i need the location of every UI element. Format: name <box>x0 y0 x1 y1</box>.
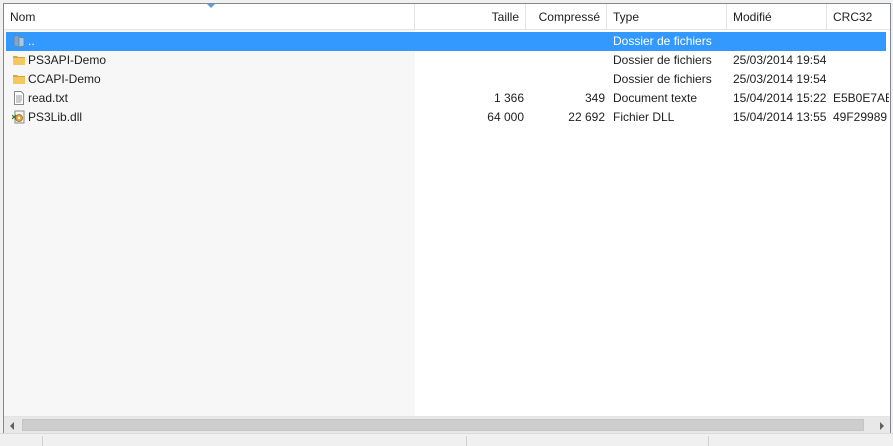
column-header-modified[interactable]: Modifié <box>727 4 827 29</box>
file-name: read.txt <box>28 91 69 105</box>
column-header-compressed[interactable]: Compressé <box>526 4 607 29</box>
column-compressed-label: Compressé <box>538 10 600 24</box>
column-header-type[interactable]: Type <box>607 4 727 29</box>
file-compressed <box>528 51 605 70</box>
column-size-label: Taille <box>491 10 519 24</box>
text-file-icon <box>12 91 26 105</box>
column-name-label: Nom <box>10 10 36 24</box>
file-modified: 15/04/2014 13:55 <box>733 110 827 124</box>
status-divider <box>466 436 467 446</box>
file-compressed <box>528 70 605 89</box>
scrollbar-thumb[interactable] <box>22 419 864 431</box>
scroll-left-button[interactable] <box>4 417 21 433</box>
file-type: Fichier DLL <box>613 110 675 124</box>
file-modified: 25/03/2014 19:54 <box>733 53 827 67</box>
status-divider <box>42 436 43 446</box>
file-crc <box>833 70 889 89</box>
column-header-crc[interactable]: CRC32 <box>827 4 890 29</box>
file-compressed <box>528 32 605 51</box>
file-name: CCAPI-Demo <box>28 72 101 86</box>
file-type: Dossier de fichiers <box>613 53 712 67</box>
file-size: 64 000 <box>487 110 524 124</box>
file-size <box>417 70 524 89</box>
file-list-view[interactable]: Nom Taille Compressé Type Modifié CRC32 … <box>3 3 891 434</box>
file-row[interactable]: PS3Lib.dll 64 000 22 692 Fichier DLL 15/… <box>6 108 888 127</box>
file-row[interactable]: read.txt 1 366 349 Document texte 15/04/… <box>6 89 889 108</box>
file-name: PS3Lib.dll <box>28 110 83 124</box>
arrow-left-icon <box>10 422 14 430</box>
arrow-right-icon <box>880 422 884 430</box>
sort-indicator-icon <box>207 4 215 8</box>
file-name: PS3API-Demo <box>28 53 107 67</box>
file-row[interactable]: PS3API-Demo Dossier de fichiers 25/03/20… <box>6 51 886 70</box>
dll-file-icon <box>11 110 26 124</box>
file-crc <box>833 32 889 51</box>
file-crc <box>833 51 889 70</box>
column-modified-label: Modifié <box>733 10 772 24</box>
file-modified <box>733 32 829 51</box>
folder-icon <box>12 72 26 86</box>
status-bar <box>0 433 893 446</box>
file-size <box>417 51 524 70</box>
file-compressed: 22 692 <box>568 110 605 124</box>
column-header-size[interactable]: Taille <box>415 4 526 29</box>
file-modified: 25/03/2014 19:54 <box>733 72 827 86</box>
file-size <box>417 32 524 51</box>
file-crc: 49F29989 <box>833 110 888 124</box>
file-type: Document texte <box>613 91 698 105</box>
file-type: Dossier de fichiers <box>613 34 712 48</box>
file-row[interactable]: .. Dossier de fichiers <box>6 32 886 51</box>
horizontal-scrollbar[interactable] <box>4 416 890 433</box>
column-header: Nom Taille Compressé Type Modifié CRC32 <box>4 4 890 30</box>
file-row[interactable]: CCAPI-Demo Dossier de fichiers 25/03/201… <box>6 70 886 89</box>
file-crc: E5B0E7AB <box>833 91 889 105</box>
file-size: 1 366 <box>493 91 524 105</box>
status-divider <box>708 436 709 446</box>
file-type: Dossier de fichiers <box>613 72 712 86</box>
file-compressed: 349 <box>584 91 605 105</box>
file-modified: 15/04/2014 15:22 <box>733 91 827 105</box>
file-name: .. <box>28 34 35 48</box>
scroll-right-button[interactable] <box>873 417 890 433</box>
folder-icon <box>12 53 26 67</box>
column-type-label: Type <box>613 10 640 24</box>
column-crc-label: CRC32 <box>833 10 873 24</box>
parent-folder-icon <box>12 34 26 48</box>
